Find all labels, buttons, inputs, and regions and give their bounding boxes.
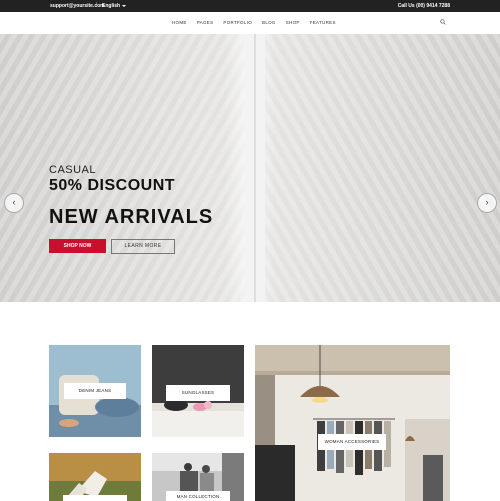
category-label[interactable] — [63, 495, 127, 501]
category-tile-man-collection[interactable]: MAN COLLECTION — [152, 453, 244, 501]
category-label[interactable]: WOMAN ACCESSORIES — [318, 434, 386, 450]
nav-item-portfolio[interactable]: PORTFOLIO — [223, 20, 252, 25]
chevron-left-icon[interactable]: ‹ — [4, 193, 24, 213]
hero-title: NEW ARRIVALS — [49, 206, 214, 228]
nav-menu: HOME PAGES PORTFOLIO BLOG SHOP FEATURES — [172, 20, 336, 25]
woman-accessories-image — [255, 345, 450, 501]
chevron-down-icon — [122, 4, 127, 7]
language-selector[interactable]: English — [102, 3, 127, 9]
search-icon[interactable] — [440, 19, 446, 25]
category-label[interactable]: DENIM JEANS — [64, 383, 126, 399]
category-label[interactable]: SUNGLASSES — [166, 385, 230, 401]
learn-more-button[interactable]: LEARN MORE — [111, 239, 175, 254]
topbar-separator: | — [96, 2, 98, 8]
hero-slider: CASUAL 50% DISCOUNT NEW ARRIVALS SHOP NO… — [0, 34, 500, 302]
category-tile-woman-accessories[interactable]: WOMAN ACCESSORIES — [255, 345, 450, 501]
category-tile-sunglasses[interactable]: SUNGLASSES — [152, 345, 244, 437]
nav-item-home[interactable]: HOME — [172, 20, 187, 25]
hero-headline: 50% DISCOUNT — [49, 177, 176, 194]
chevron-right-icon[interactable]: › — [477, 193, 497, 213]
shop-now-button[interactable]: SHOP NOW — [49, 239, 106, 253]
hero-eyebrow: CASUAL — [49, 164, 97, 176]
nav-item-blog[interactable]: BLOG — [262, 20, 276, 25]
nav-item-pages[interactable]: PAGES — [197, 20, 214, 25]
language-label: English — [102, 3, 121, 9]
category-label[interactable]: MAN COLLECTION — [166, 491, 230, 501]
top-bar: support@yoursite.com | English Call Us (… — [0, 0, 500, 12]
category-tile-denim[interactable]: DENIM JEANS — [49, 345, 141, 437]
main-navigation: HOME PAGES PORTFOLIO BLOG SHOP FEATURES — [0, 12, 500, 35]
shoes-image — [49, 453, 141, 501]
nav-item-shop[interactable]: SHOP — [286, 20, 300, 25]
phone-number: Call Us (00) 9414 7288 — [397, 3, 450, 9]
category-tile-shoes[interactable] — [49, 453, 141, 501]
nav-item-features[interactable]: FEATURES — [310, 20, 336, 25]
